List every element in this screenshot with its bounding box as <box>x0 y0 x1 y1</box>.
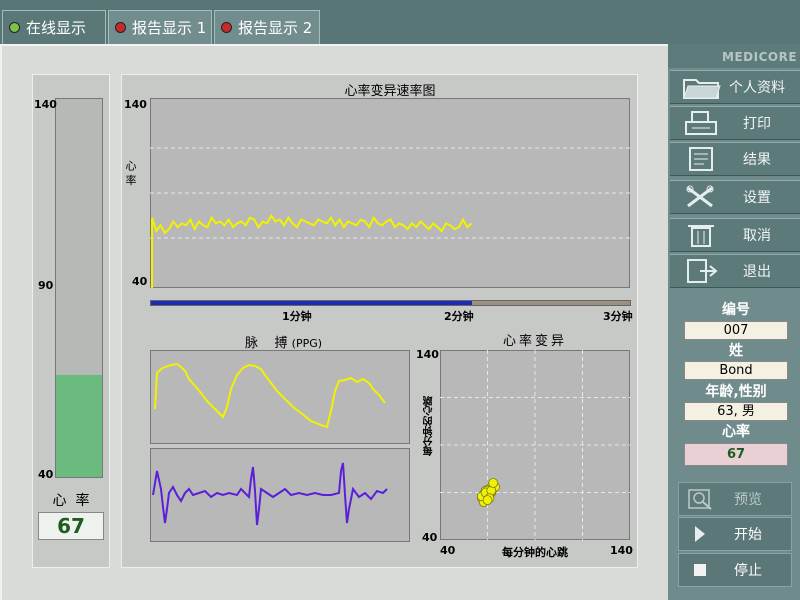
exit-label: 退出 <box>743 264 771 280</box>
scatter-point <box>488 478 499 488</box>
settings-button[interactable]: 设置 <box>670 180 800 214</box>
ppg-plot <box>150 350 410 444</box>
start-button[interactable]: 开始 <box>678 517 792 551</box>
hr-gauge-track <box>55 98 103 478</box>
time-progress-track <box>150 300 631 306</box>
scatter-ybottom-label: 40 <box>422 531 438 544</box>
tab-report-2[interactable]: 报告显示 2 <box>214 10 320 44</box>
hrv-speed-ybottom-label: 40 <box>132 275 148 288</box>
hr-label: 心率 <box>684 424 788 440</box>
hrv-scatter-plot <box>440 350 630 540</box>
ecg-plot <box>150 448 410 542</box>
play-icon <box>695 526 705 542</box>
ecg-line <box>152 462 388 526</box>
settings-label: 设置 <box>743 190 771 206</box>
status-dot-icon <box>221 22 232 33</box>
time-label: 1分钟 <box>282 310 312 323</box>
tab-online-display[interactable]: 在线显示 <box>2 10 106 44</box>
results-label: 结果 <box>743 152 771 168</box>
tab-label: 报告显示 1 <box>132 19 207 37</box>
status-dot-icon <box>9 22 20 33</box>
id-value: 007 <box>684 321 788 340</box>
hr-value-display: 67 <box>38 512 104 540</box>
hr-gauge-label: 心 率 <box>52 493 90 509</box>
profile-button[interactable]: 个人资料 <box>670 70 800 104</box>
exit-icon <box>687 259 718 283</box>
gauge-tick-label: 140 <box>34 98 57 111</box>
id-label: 编号 <box>684 302 788 318</box>
cancel-label: 取消 <box>743 228 771 244</box>
ppg-waveform <box>154 362 386 429</box>
tab-report-1[interactable]: 报告显示 1 <box>108 10 212 44</box>
hrv-speed-title: 心率变异速率图 <box>344 84 436 99</box>
trash-icon <box>688 225 714 247</box>
hrv-scatter-title: 心率变异 <box>502 334 567 349</box>
stop-icon <box>694 564 706 576</box>
printer-icon <box>685 111 717 135</box>
profile-label: 个人资料 <box>729 80 785 96</box>
tab-label: 报告显示 2 <box>238 19 313 37</box>
scatter-ylabel: 每分钟的心跳 <box>424 396 435 456</box>
time-label: 2分钟 <box>444 310 474 323</box>
ppg-unit: (PPG) <box>291 337 323 350</box>
tab-label: 在线显示 <box>26 19 87 37</box>
results-button[interactable]: 结果 <box>670 142 800 176</box>
start-label: 开始 <box>734 527 762 543</box>
scatter-point <box>482 495 493 506</box>
age-sex-label: 年龄,性别 <box>684 384 788 400</box>
ppg-line <box>154 362 386 429</box>
tools-icon <box>686 185 714 208</box>
scatter-xmin-label: 40 <box>440 544 456 557</box>
preview-icon <box>688 489 712 510</box>
brand-logo: MEDICORE <box>722 50 798 64</box>
preview-button[interactable]: 预览 <box>678 482 792 516</box>
scatter-xlabel: 每分钟的心跳 <box>502 546 568 559</box>
status-dot-icon <box>115 22 126 33</box>
preview-label: 预览 <box>734 492 762 508</box>
hrv-speed-plot <box>150 98 630 288</box>
stop-label: 停止 <box>734 563 762 579</box>
gauge-tick-label: 40 <box>38 468 54 481</box>
scatter-xmax-label: 140 <box>610 544 633 557</box>
scatter-ytop-label: 140 <box>416 348 439 361</box>
document-icon <box>689 147 713 171</box>
ppg-title-text: 脉 搏 <box>245 336 288 351</box>
gauge-tick-label: 90 <box>38 279 54 292</box>
age-sex-value: 63, 男 <box>684 402 788 421</box>
ecg-waveform <box>152 462 388 526</box>
hr-value: 67 <box>684 443 788 466</box>
exit-button[interactable]: 退出 <box>670 254 800 288</box>
hrv-speed-ytop-label: 140 <box>124 98 147 111</box>
ppg-title: 脉 搏 (PPG) <box>245 332 322 351</box>
time-progress-fill <box>151 301 472 305</box>
stop-button[interactable]: 停止 <box>678 553 792 587</box>
name-value: Bond <box>684 361 788 380</box>
hrv-speed-ylabel: 心 率 <box>124 160 150 186</box>
cancel-button[interactable]: 取消 <box>670 218 800 252</box>
folder-icon <box>683 79 721 99</box>
hr-gauge-fill <box>56 374 102 477</box>
time-label: 3分钟 <box>603 310 633 323</box>
print-label: 打印 <box>743 116 771 132</box>
name-label: 姓 <box>684 343 788 359</box>
print-button[interactable]: 打印 <box>670 106 800 140</box>
